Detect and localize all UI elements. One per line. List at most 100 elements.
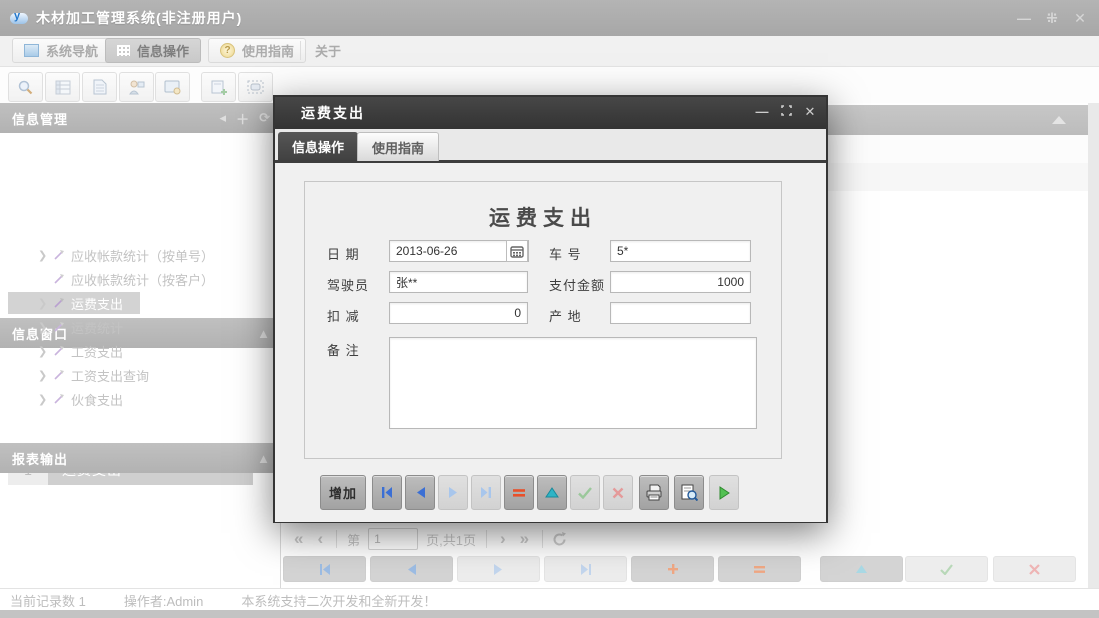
minimize-icon[interactable]: — [1015, 9, 1033, 27]
record-button-bar [281, 554, 1088, 584]
calendar-button[interactable] [506, 240, 528, 262]
calendar-icon [510, 245, 524, 258]
window-add-icon [211, 80, 227, 95]
cancel-button[interactable] [603, 475, 633, 510]
dialog-tab-bar: 信息操作 使用指南 [275, 129, 826, 163]
first-icon [319, 563, 330, 575]
tool-icon [52, 321, 67, 334]
dialog-button-bar: 增加 [275, 457, 826, 517]
tab-about[interactable]: 关于 [304, 38, 352, 63]
add-icon[interactable]: ＋ [236, 109, 250, 128]
edit-record-button[interactable] [537, 475, 567, 510]
document-icon [93, 79, 106, 95]
driver-input[interactable] [389, 271, 528, 293]
nav-last-button[interactable] [544, 556, 627, 582]
remark-label: 备 注 [327, 343, 360, 358]
first-record-button[interactable] [372, 475, 402, 510]
tree-item-freight-expense[interactable]: ❯ 运费支出 [0, 291, 281, 315]
add-button[interactable]: 增加 [320, 475, 366, 510]
app-logo-icon: y [10, 10, 28, 25]
search-button[interactable] [8, 72, 43, 102]
chevron-right-icon: ❯ [38, 249, 48, 262]
next-icon [448, 487, 457, 498]
page-first-icon[interactable]: « [287, 529, 310, 549]
prev-icon [416, 487, 425, 498]
plate-input[interactable] [610, 240, 751, 262]
tree-item-receivable-by-customer[interactable]: ❯ 应收帐款统计（按客户） [0, 267, 281, 291]
next-record-button[interactable] [438, 475, 468, 510]
collapse-left-icon[interactable]: ◂ [220, 110, 228, 126]
first-icon [382, 487, 392, 498]
chevron-right-icon: ❯ [38, 297, 48, 310]
tool-icon [52, 273, 67, 286]
deduct-label: 扣 减 [327, 309, 360, 324]
tool-icon [52, 345, 67, 358]
window-preview-button[interactable] [155, 72, 190, 102]
origin-label: 产 地 [549, 309, 582, 324]
tree-item-meal-expense[interactable]: ❯ 伙食支出 [0, 387, 281, 411]
collapse-up-icon[interactable] [1052, 116, 1066, 124]
close-icon[interactable]: ✕ [1071, 9, 1089, 27]
user-window-button[interactable] [119, 72, 154, 102]
next-icon [494, 563, 502, 575]
refresh-icon[interactable] [551, 531, 568, 548]
collapse-up-icon[interactable]: ▲ [257, 326, 271, 341]
amount-input[interactable] [610, 271, 751, 293]
panel-header-info-mgmt: 信息管理 ◂ ＋ ⟳ [0, 103, 281, 133]
dialog-minimize-icon[interactable]: — [754, 104, 770, 120]
last-record-button[interactable] [471, 475, 501, 510]
chevron-right-icon: ❯ [38, 393, 48, 406]
tab-divider [300, 41, 301, 60]
form-title: 运费支出 [489, 205, 597, 230]
confirm-button[interactable] [570, 475, 600, 510]
user-icon [129, 80, 145, 95]
window-title: 木材加工管理系统(非注册用户) [36, 10, 243, 26]
nav-prev-button[interactable] [370, 556, 453, 582]
tool-icon [52, 369, 67, 382]
restore-icon[interactable]: ⁜ [1043, 9, 1061, 27]
dialog-body: 运费支出 日 期 车 号 驾驶员 支付金额 扣 减 产 地 备 注 [275, 163, 826, 522]
remove-record-button[interactable] [504, 475, 534, 510]
window-titlebar: y 木材加工管理系统(非注册用户) — ⁜ ✕ [0, 0, 1099, 36]
dialog-maximize-icon[interactable] [778, 104, 794, 120]
dialog-close-icon[interactable]: ✕ [802, 104, 818, 120]
page-next-icon[interactable]: › [493, 529, 513, 549]
prev-record-button[interactable] [405, 475, 435, 510]
collapse-up-icon[interactable]: ▲ [257, 451, 271, 466]
window-add-button[interactable] [201, 72, 236, 102]
tree-item-receivable-by-order[interactable]: ❯ 应收帐款统计（按单号） [0, 243, 281, 267]
refresh-icon[interactable]: ⟳ [259, 110, 271, 126]
origin-input[interactable] [610, 302, 751, 324]
nav-first-button[interactable] [283, 556, 366, 582]
print-preview-button[interactable] [674, 475, 704, 510]
dialog-titlebar[interactable]: 运费支出 — ✕ [275, 97, 826, 129]
print-preview-icon [681, 484, 698, 501]
confirm-button[interactable] [905, 556, 988, 582]
nav-next-button[interactable] [457, 556, 540, 582]
run-button[interactable] [709, 475, 739, 510]
main-tab-bar: 系统导航 信息操作 ? 使用指南 关于 [0, 36, 1099, 67]
dialog-tab-info-ops[interactable]: 信息操作 [278, 132, 359, 160]
remove-record-button[interactable] [718, 556, 801, 582]
page-prev-icon[interactable]: ‹ [310, 529, 330, 549]
document-view-button[interactable] [82, 72, 117, 102]
tree-item-wage-query[interactable]: ❯ 工资支出查询 [0, 363, 281, 387]
tab-system-nav[interactable]: 系统导航 [12, 38, 111, 63]
window-bottom-edge [0, 610, 1099, 618]
tab-info-ops[interactable]: 信息操作 [105, 38, 202, 63]
cancel-button[interactable] [993, 556, 1076, 582]
tab-guide[interactable]: ? 使用指南 [208, 38, 307, 63]
dialog-tab-guide[interactable]: 使用指南 [357, 132, 440, 161]
print-button[interactable] [639, 475, 669, 510]
equals-icon [754, 565, 765, 573]
scrollbar[interactable] [1088, 103, 1099, 588]
table-view-button[interactable] [45, 72, 80, 102]
remark-textarea[interactable] [389, 337, 757, 429]
equals-icon [513, 488, 525, 497]
edit-record-button[interactable] [820, 556, 903, 582]
add-record-button[interactable] [631, 556, 714, 582]
deduct-input[interactable] [389, 302, 528, 324]
page-number-input[interactable] [368, 528, 419, 550]
window-frame-button[interactable] [238, 72, 273, 102]
page-last-icon[interactable]: » [513, 529, 536, 549]
